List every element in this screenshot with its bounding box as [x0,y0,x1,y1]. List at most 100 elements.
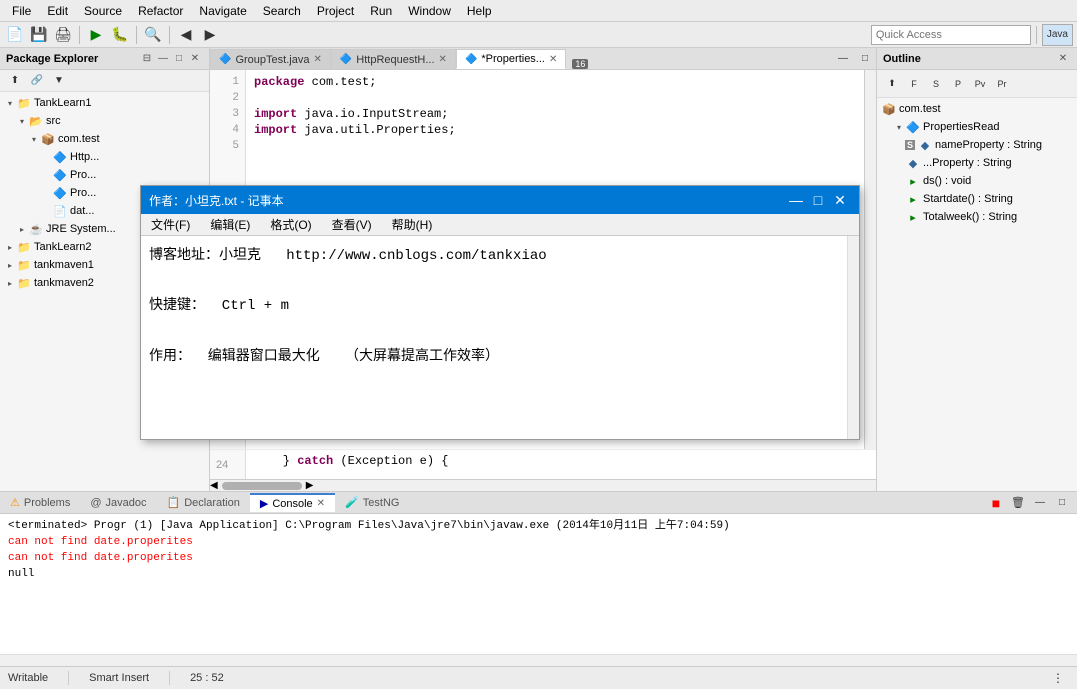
outline-item-totalweek[interactable]: ▸ Totalweek() : String [877,208,1077,226]
tab-problems[interactable]: ⚠ Problems [0,494,80,511]
console-icon: ▶ [260,497,268,510]
tab-console[interactable]: ▶ Console ✕ [250,493,335,512]
tree-item-http[interactable]: 🔷 Http... [0,148,209,166]
tree-item-src[interactable]: ▾ 📂 src [0,112,209,130]
maximize-btn[interactable]: □ [171,51,187,67]
menu-source[interactable]: Source [76,2,130,20]
tree-label: ds() : void [923,175,971,187]
outline-item-nameproperty[interactable]: S ◆ nameProperty : String [877,136,1077,154]
search-btn[interactable]: 🔍 [142,24,164,46]
fields-btn[interactable]: F [903,73,925,95]
outline-item-comtest[interactable]: 📦 com.test [877,100,1077,118]
writable-label: Writable [8,672,48,684]
menu-edit[interactable]: Edit [39,2,76,20]
scroll-left-btn[interactable]: ◀ [210,480,218,491]
console-hscrollbar[interactable] [0,654,1077,666]
protected-btn[interactable]: Pr [991,73,1013,95]
menu-file[interactable]: File [4,2,39,20]
sort-btn[interactable]: ⬆ [881,73,903,95]
outline-item-startdate[interactable]: ▸ Startdate() : String [877,190,1077,208]
clear-btn[interactable]: 🗑 [1007,492,1029,514]
tab-grouptest[interactable]: 🔷 GroupTest.java ✕ [210,49,331,69]
tab-close-icon[interactable]: ✕ [317,498,325,509]
expand-arrow: ▾ [4,97,16,109]
menu-run[interactable]: Run [362,2,400,20]
view-menu-btn[interactable]: ▼ [48,70,70,92]
editor-vscroll[interactable] [864,70,876,449]
forward-btn[interactable]: ▶ [199,24,221,46]
static-btn[interactable]: S [925,73,947,95]
save-button[interactable]: 💾 [28,24,50,46]
tree-item-comtest[interactable]: ▾ 📦 com.test [0,130,209,148]
notepad-menu-help[interactable]: 帮助(H) [382,214,443,235]
notepad-menu-format[interactable]: 格式(O) [260,214,321,235]
notepad-menu-view[interactable]: 查看(V) [322,214,382,235]
outline-item-propertiesread[interactable]: ▾ 🔷 PropertiesRead [877,118,1077,136]
close-btn[interactable]: ✕ [187,51,203,67]
private-btn[interactable]: Pv [969,73,991,95]
minimize-btn[interactable]: — [155,51,171,67]
console-min-btn[interactable]: — [1029,492,1051,514]
console-terminated-line: <terminated> Progr (1) [Java Application… [8,518,1069,534]
new-button[interactable]: 📄 [4,24,26,46]
notepad-menu-file[interactable]: 文件(F) [141,214,200,235]
outline-close-btn[interactable]: ✕ [1055,51,1071,67]
tab-overflow[interactable]: 16 [566,59,594,69]
tab-close-btn[interactable]: ✕ [313,54,321,65]
tab-close-btn[interactable]: ✕ [439,54,447,65]
outline-item-ds[interactable]: ▸ ds() : void [877,172,1077,190]
run-button[interactable]: ▶ [85,24,107,46]
menu-search[interactable]: Search [255,2,309,20]
notepad-title: 作者：小坦克.txt - 记事本 [149,192,785,209]
notepad-min-btn[interactable]: — [785,189,807,211]
menu-help[interactable]: Help [459,2,500,20]
status-menu-btn[interactable]: ⋮ [1047,667,1069,689]
outline-item-property[interactable]: ◆ ...Property : String [877,154,1077,172]
tree-label: com.test [899,103,941,115]
notepad-menu-edit[interactable]: 编辑(E) [200,214,260,235]
tab-javadoc[interactable]: @ Javadoc [80,495,156,511]
menu-navigate[interactable]: Navigate [191,2,254,20]
public-btn[interactable]: P [947,73,969,95]
horizontal-scrollbar[interactable]: ◀ ▶ [210,479,876,491]
notepad-close-btn[interactable]: ✕ [829,189,851,211]
link-btn[interactable]: 🔗 [26,70,48,92]
expand-arrow: ▾ [893,121,905,133]
package-icon: 📦 [40,131,56,147]
tree-label: tankmaven1 [34,259,94,271]
class-icon: 🔷 [52,149,68,165]
collapse-btn[interactable]: ⊟ [139,51,155,67]
tab-label: Console [272,498,312,510]
collapse-all-btn[interactable]: ⬆ [4,70,26,92]
tree-item-pro1[interactable]: 🔷 Pro... [0,166,209,184]
tab-properties[interactable]: 🔷 *Properties... ✕ [456,49,566,69]
bottom-code-line[interactable]: } catch (Exception e) { [246,450,876,479]
editor-max-btn[interactable]: □ [854,48,876,69]
editor-min-btn[interactable]: — [832,48,854,69]
tab-declaration[interactable]: 📋 Declaration [157,494,250,511]
scroll-thumb[interactable] [222,482,302,490]
project-icon: 📁 [16,257,32,273]
notepad-max-btn[interactable]: □ [807,189,829,211]
debug-button[interactable]: 🐛 [109,24,131,46]
perspective-btn[interactable]: Java [1042,24,1073,46]
back-btn[interactable]: ◀ [175,24,197,46]
menu-refactor[interactable]: Refactor [130,2,191,20]
expand-arrow: ▸ [4,277,16,289]
scroll-right-btn[interactable]: ▶ [306,480,314,491]
status-insert: Smart Insert [89,672,149,684]
notepad-textarea[interactable]: 博客地址：小坦克 http://www.cnblogs.com/tankxiao… [141,236,847,439]
tab-label: Javadoc [106,497,147,509]
quick-access-input[interactable] [871,25,1031,45]
project-icon: 📁 [16,95,32,111]
print-button[interactable]: 🖨 [52,24,74,46]
tab-testng[interactable]: 🧪 TestNG [335,494,409,511]
menu-project[interactable]: Project [309,2,362,20]
terminate-btn[interactable]: ■ [985,492,1007,514]
notepad-scrollbar[interactable] [847,236,859,439]
console-max-btn[interactable]: □ [1051,492,1073,514]
menu-window[interactable]: Window [400,2,459,20]
tab-httprequest[interactable]: 🔷 HttpRequestH... ✕ [331,49,456,69]
tree-item-tanklearn1[interactable]: ▾ 📁 TankLearn1 [0,94,209,112]
tab-close-btn[interactable]: ✕ [549,54,557,65]
